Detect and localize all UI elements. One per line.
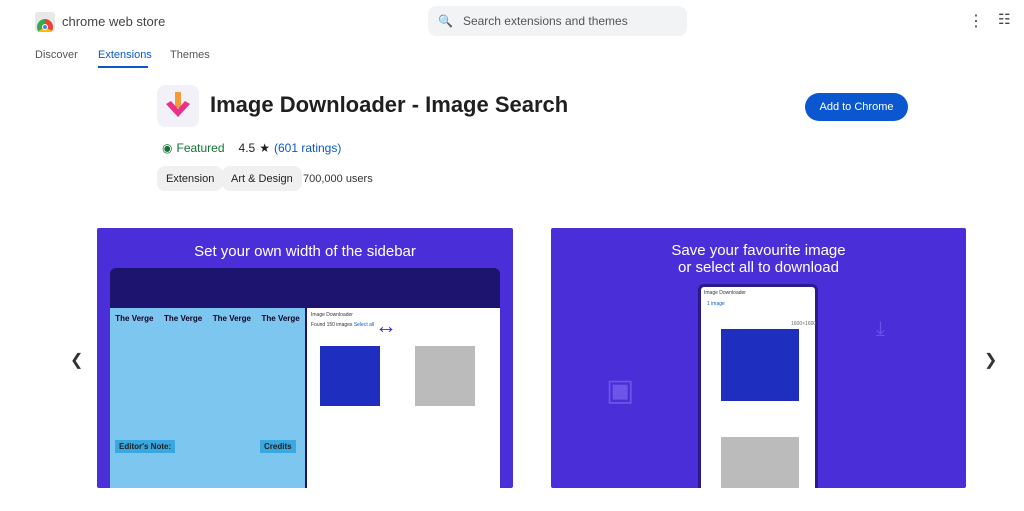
ratings-link[interactable]: (601 ratings)	[274, 141, 341, 155]
resize-arrow-icon: ↔	[375, 313, 397, 338]
image-count: 1 image	[707, 301, 725, 307]
webpage-preview: The Verge The Verge The Verge The Verge Edi…	[110, 308, 305, 488]
found-count: Found 150 images	[311, 322, 353, 328]
carousel-slide-2[interactable]: Save your favourite image or select all …	[551, 228, 966, 488]
extension-icon	[157, 85, 199, 127]
tab-themes[interactable]: Themes	[170, 49, 210, 61]
sidebar-panel: Image Downloader Found 150 images Select…	[307, 308, 500, 488]
featured-badge-icon: ◉	[162, 141, 173, 155]
extension-title: Image Downloader - Image Search	[210, 92, 569, 117]
tag-art-design[interactable]: Art & Design	[222, 166, 302, 191]
thumbnail	[320, 346, 380, 406]
slide-caption-line2: or select all to download	[678, 259, 839, 276]
search-input[interactable]: 🔍 Search extensions and themes	[428, 6, 687, 36]
search-icon: 🔍	[438, 14, 453, 28]
tab-extensions[interactable]: Extensions	[98, 49, 152, 61]
extension-meta: ◉ Featured 4.5 ★ (601 ratings)	[162, 141, 341, 155]
panel-title: Image Downloader	[311, 312, 353, 318]
credits: Credits	[260, 440, 296, 453]
carousel-prev-icon[interactable]: ❮	[70, 350, 83, 370]
tag-extension[interactable]: Extension	[157, 166, 224, 191]
carousel-slide-1[interactable]: Set your own width of the sidebar The Ve…	[97, 228, 513, 488]
phone-panel: Image Downloader 1 image 1600×1600	[698, 284, 818, 488]
select-all: Select all	[353, 322, 375, 328]
download-icon: ⤓	[876, 318, 885, 340]
browser-mockup: The Verge The Verge The Verge The Verge Edi…	[110, 268, 500, 488]
tab-discover[interactable]: Discover	[35, 49, 78, 61]
search-placeholder: Search extensions and themes	[462, 14, 628, 28]
slide-caption-line1: Save your favourite image	[671, 242, 846, 259]
star-icon: ★	[259, 141, 270, 155]
rating-value: 4.5	[238, 141, 256, 155]
image-icon: ▣	[606, 374, 635, 407]
panel-title: Image Downloader	[704, 290, 746, 296]
verge-label: The Verge	[261, 314, 300, 323]
thumbnail	[721, 329, 799, 401]
active-tab-indicator	[98, 66, 148, 68]
add-to-chrome-button[interactable]: Add to Chrome	[805, 93, 908, 121]
image-size: 1600×1600	[791, 321, 817, 327]
thumbnail	[721, 437, 799, 488]
verge-label: The Verge	[212, 314, 251, 323]
apps-grid-icon[interactable]: ☷	[998, 11, 1011, 28]
thumbnail	[415, 346, 475, 406]
verge-label: The Verge	[115, 314, 154, 323]
carousel-next-icon[interactable]: ❯	[984, 350, 997, 370]
more-menu-icon[interactable]: ⋮	[968, 11, 984, 31]
slide-caption: Set your own width of the sidebar	[194, 243, 416, 260]
featured-label[interactable]: Featured	[176, 141, 224, 155]
editors-note: Editor's Note:	[115, 440, 176, 453]
verge-label: The Verge	[164, 314, 203, 323]
user-count: 700,000 users	[303, 173, 373, 185]
chrome-web-store-logo[interactable]	[35, 12, 55, 32]
brand-name[interactable]: chrome web store	[62, 14, 165, 29]
